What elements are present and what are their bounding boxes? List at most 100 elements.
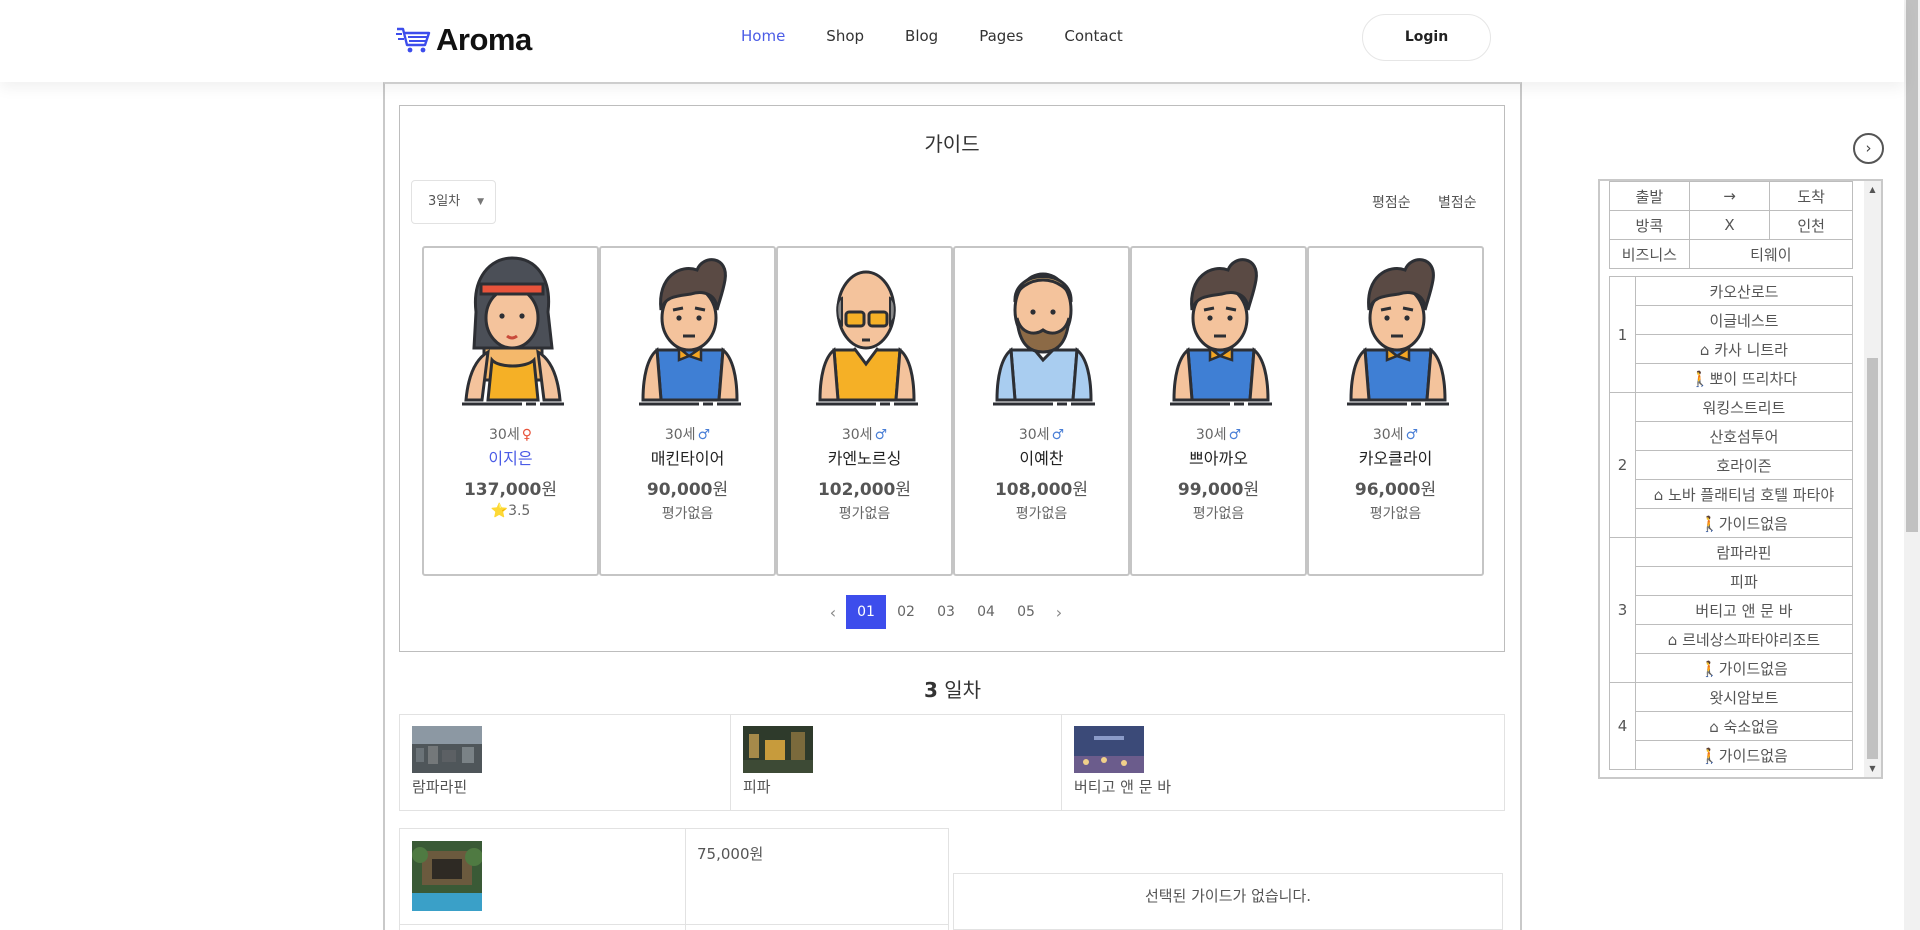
guide-card[interactable]: 30세 ♂ 카오클라이 96,000원 평가없음 [1307,246,1484,576]
schedule-item[interactable]: 이글네스트 [1634,305,1854,335]
female-icon: ♀ [521,427,532,443]
schedule-item[interactable]: ⌂ 노바 플래티넘 호텔 파타야 [1634,479,1854,509]
guide-rating: 평가없음 [838,506,891,522]
x-mark: X [1688,210,1771,240]
table-divider [400,924,948,925]
schedule-item[interactable]: ⌂ 르네상스파타야리조트 [1634,624,1854,654]
guide-price: 90,000원 [646,480,729,500]
guide-rating: 평가없음 [1015,506,1068,522]
page-button[interactable]: 04 [966,595,1006,629]
seat-class: 비즈니스 [1609,239,1690,269]
nav-blog[interactable]: Blog [905,27,938,45]
star-icon: ⭐ [490,503,509,519]
schedule-item[interactable]: 람파라핀 [1634,537,1854,567]
day-number: 2 [1609,392,1636,538]
schedule-item[interactable]: 피파 [1634,566,1854,596]
hotel-photo[interactable] [412,841,482,911]
next-page-icon[interactable]: › [1046,603,1072,622]
page-button[interactable]: 02 [886,595,926,629]
schedule-item[interactable]: 워킹스트리트 [1634,392,1854,422]
day-heading: 3 일차 [923,678,982,702]
hotel-price: 75,000원 [697,845,764,863]
page-scroll-thumb[interactable] [1906,0,1918,532]
poi-name: 람파라핀 [412,778,468,796]
walk-icon: 🚶 [1700,514,1719,533]
arrow-label: → [1688,181,1771,211]
guide-name[interactable]: 카엔노르싱 [778,445,951,469]
day-select[interactable]: 3일차 ▼ [411,180,496,224]
guide-name[interactable]: 이예찬 [955,445,1128,469]
nav-shop[interactable]: Shop [826,27,864,45]
page-button[interactable]: 03 [926,595,966,629]
pagination: ‹ 01 02 03 04 05 › [820,595,1072,629]
day-select-value: 3일차 [428,194,461,209]
guide-rating: 평가없음 [661,506,714,522]
male-icon: ♂ [1405,427,1419,443]
nav-home[interactable]: Home [741,27,785,45]
schedule-item[interactable]: 🚶가이드없음 [1634,740,1854,770]
guide-card[interactable]: 30세 ♂ 이예찬 108,000원 평가없음 [953,246,1130,576]
scroll-down-icon[interactable]: ▼ [1864,764,1881,773]
login-button[interactable]: Login [1362,14,1491,61]
guide-card[interactable]: 30세 ♂ 쁘아까오 99,000원 평가없음 [1130,246,1307,576]
page-button[interactable]: 01 [846,595,886,629]
guide-price: 108,000원 [994,480,1089,500]
poi-name: 피파 [743,778,771,796]
male-icon: ♂ [1051,427,1065,443]
guide-card[interactable]: 30세 ♂ 매킨타이어 90,000원 평가없음 [599,246,776,576]
schedule-item[interactable]: 카오산로드 [1634,276,1854,306]
no-guide-message: 선택된 가이드가 없습니다. [953,873,1503,930]
schedule-item[interactable]: 산호섬투어 [1634,421,1854,451]
male-guide-avatar-icon [993,272,1095,406]
arrive-label: 도착 [1769,181,1853,211]
guide-price: 137,000원 [463,480,558,500]
poi-table: 람파라핀 피파 버티고 앤 문 바 [399,714,1505,811]
brand-logo[interactable]: Aroma [396,22,532,58]
guide-price: 96,000원 [1354,480,1437,500]
nav-pages[interactable]: Pages [979,27,1023,45]
female-guide-avatar-icon [462,256,564,406]
schedule-item[interactable]: 🚶뽀이 뜨리차다 [1634,363,1854,393]
schedule-item[interactable]: ⌂ 숙소없음 [1634,711,1854,741]
schedule-table: 1 카오산로드 이글네스트 ⌂ 카사 니트라 🚶뽀이 뜨리차다 2 워킹스트리트… [1609,276,1854,770]
poi-cell[interactable]: 버티고 앤 문 바 [1062,715,1504,810]
brand-name: Aroma [436,22,532,57]
home-icon: ⌂ [1709,717,1719,736]
prev-page-icon[interactable]: ‹ [820,603,846,622]
schedule-item[interactable]: 호라이즌 [1634,450,1854,480]
day-number: 1 [1609,276,1636,393]
schedule-item[interactable]: 🚶가이드없음 [1634,653,1854,683]
guide-rating: 평가없음 [1369,506,1422,522]
sort-by-rating[interactable]: 평점순 [1372,192,1411,212]
page-scrollbar[interactable] [1904,0,1920,930]
guide-card[interactable]: 30세 ♀ 이지은 137,000원 ⭐3.5 [422,246,599,576]
sort-by-star[interactable]: 별점순 [1438,192,1477,212]
schedule-item[interactable]: 왓시암보트 [1634,682,1854,712]
poi-cell[interactable]: 람파라핀 [400,715,731,810]
guide-name[interactable]: 카오클라이 [1309,445,1482,469]
schedule-item[interactable]: 버티고 앤 문 바 [1634,595,1854,625]
chevron-down-icon: ▼ [477,197,484,207]
nav-contact[interactable]: Contact [1064,27,1122,45]
guide-name[interactable]: 쁘아까오 [1132,445,1305,469]
guide-rating: 평가없음 [1192,506,1245,522]
guide-name[interactable]: 이지은 [424,445,597,469]
male-guide-avatar-icon [1347,258,1449,406]
poi-photo [743,726,813,773]
itinerary-panel: 출발 → 도착 방콕 X 인천 비즈니스 티웨이 1 카오산로드 이글네스트 ⌂… [1598,179,1883,779]
schedule-item[interactable]: 🚶가이드없음 [1634,508,1854,538]
panel-scrollbar[interactable]: ▲ ▼ [1864,181,1881,777]
guide-card[interactable]: 30세 ♂ 카엔노르싱 102,000원 평가없음 [776,246,953,576]
depart-label: 출발 [1609,181,1690,211]
guide-name[interactable]: 매킨타이어 [601,445,774,469]
chevron-right-icon[interactable]: › [1853,133,1884,164]
scroll-up-icon[interactable]: ▲ [1864,185,1881,194]
schedule-item[interactable]: ⌂ 카사 니트라 [1634,334,1854,364]
guide-price: 99,000원 [1177,480,1260,500]
poi-photo [1074,726,1144,773]
page-button[interactable]: 05 [1006,595,1046,629]
poi-cell[interactable]: 피파 [731,715,1062,810]
panel-scroll-thumb[interactable] [1867,358,1878,759]
guide-rating: ⭐3.5 [490,503,531,519]
male-icon: ♂ [874,427,888,443]
